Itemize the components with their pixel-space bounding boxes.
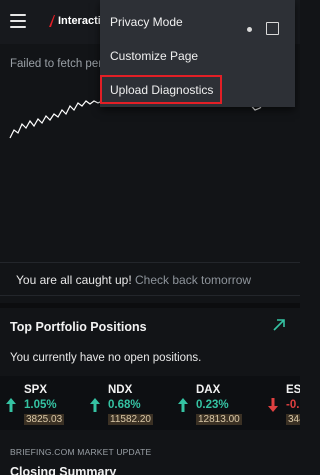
ticker-spx[interactable]: SPX 1.05% 3825.03 bbox=[0, 376, 84, 430]
ticker-price: 11582.20 bbox=[108, 414, 153, 425]
ticker-es[interactable]: ES -0. 344 bbox=[262, 376, 300, 430]
briefing-label: BRIEFING.COM MARKET UPDATE bbox=[10, 447, 152, 457]
menu-item-label: Privacy Mode bbox=[110, 15, 183, 29]
ticker-change: -0. bbox=[286, 399, 300, 411]
section-divider bbox=[0, 303, 300, 308]
ticker-ndx[interactable]: NDX 0.68% 11582.20 bbox=[84, 376, 168, 430]
ticker-change: 1.05% bbox=[24, 399, 57, 411]
ticker-change: 0.23% bbox=[196, 399, 229, 411]
expand-arrow-icon[interactable] bbox=[272, 318, 286, 332]
up-arrow-icon bbox=[6, 398, 16, 412]
up-arrow-icon bbox=[90, 398, 100, 412]
menu-item-customize-page[interactable]: Customize Page bbox=[100, 40, 295, 74]
ticker-dax[interactable]: DAX 0.23% 12813.00 bbox=[172, 376, 256, 430]
menu-item-label: Customize Page bbox=[110, 49, 199, 63]
ticker-price: 12813.00 bbox=[196, 414, 242, 425]
privacy-mode-checkbox[interactable] bbox=[266, 22, 279, 35]
check-back-link[interactable]: Check back tomorrow bbox=[135, 273, 251, 287]
caught-up-notice: You are all caught up! Check back tomorr… bbox=[0, 262, 300, 296]
up-arrow-icon bbox=[178, 398, 188, 412]
logo-mark-icon bbox=[49, 15, 55, 27]
caught-up-text: You are all caught up! bbox=[16, 273, 132, 287]
screen: Interactiv Failed to fetch per You are a… bbox=[0, 0, 300, 475]
ticker-price: 344 bbox=[286, 414, 300, 425]
logo: Interactiv bbox=[48, 14, 107, 28]
ticker-strip[interactable]: SPX 1.05% 3825.03 NDX 0.68% 11582.20 DAX… bbox=[0, 376, 300, 430]
ticker-price: 3825.03 bbox=[24, 414, 65, 425]
highlight-box bbox=[100, 75, 222, 104]
ticker-symbol: ES bbox=[286, 384, 300, 396]
ticker-symbol: SPX bbox=[24, 384, 48, 396]
portfolio-empty-message: You currently have no open positions. bbox=[10, 352, 202, 364]
ticker-symbol: NDX bbox=[108, 384, 133, 396]
ticker-change: 0.68% bbox=[108, 399, 141, 411]
menu-item-privacy-mode[interactable]: Privacy Mode bbox=[100, 6, 295, 40]
down-arrow-icon bbox=[268, 398, 278, 412]
info-dot-icon bbox=[247, 27, 252, 32]
portfolio-title: Top Portfolio Positions bbox=[10, 320, 147, 334]
briefing-headline[interactable]: Closing Summary bbox=[10, 465, 116, 475]
ticker-symbol: DAX bbox=[196, 384, 221, 396]
hamburger-menu-icon[interactable] bbox=[10, 14, 26, 28]
